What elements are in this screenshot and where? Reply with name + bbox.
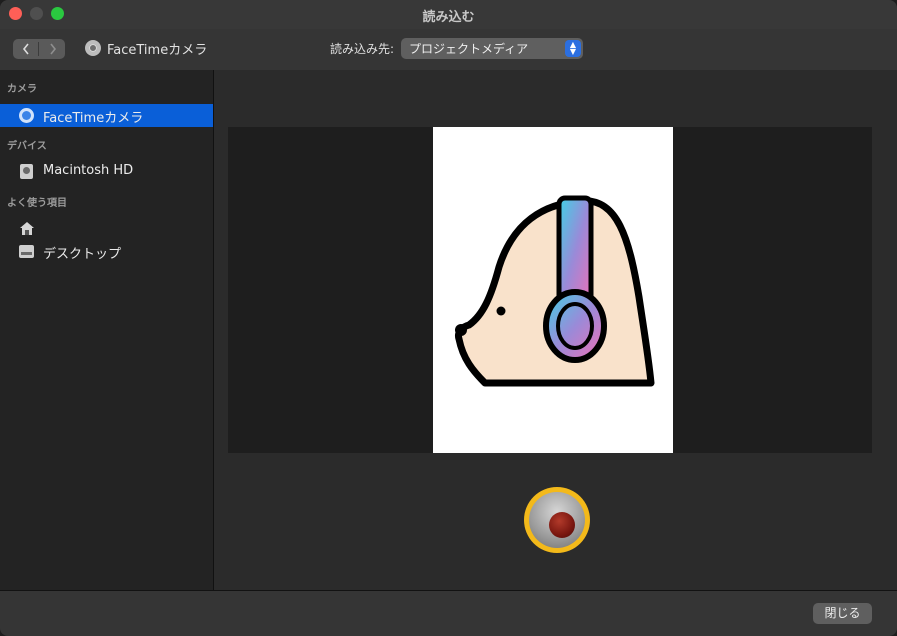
sidebar-section-favorites: よく使う項目 bbox=[7, 198, 67, 209]
chevron-left-icon bbox=[22, 43, 29, 55]
camera-icon bbox=[19, 108, 34, 123]
destination-value: プロジェクトメディア bbox=[409, 42, 529, 56]
record-button-ring bbox=[529, 492, 585, 548]
nav-button-group bbox=[13, 39, 65, 59]
record-dot-icon bbox=[549, 512, 575, 538]
select-stepper-icon: ▲ ▼ bbox=[565, 40, 581, 57]
destination-select[interactable]: プロジェクトメディア ▲ ▼ bbox=[401, 38, 583, 59]
nav-divider bbox=[38, 42, 39, 56]
sidebar-section-camera: カメラ bbox=[7, 84, 37, 95]
home-icon bbox=[20, 222, 34, 235]
desktop-icon bbox=[19, 245, 34, 258]
device-name: FaceTimeカメラ bbox=[107, 43, 208, 58]
camera-preview-image bbox=[433, 127, 673, 453]
camera-icon bbox=[85, 40, 101, 56]
back-button[interactable] bbox=[13, 39, 38, 59]
disk-icon bbox=[20, 164, 33, 179]
sidebar-item-label: Macintosh HD bbox=[43, 163, 134, 178]
sidebar-item-home[interactable] bbox=[0, 217, 213, 240]
sidebar-item-facetime-camera[interactable]: FaceTimeカメラ bbox=[0, 104, 213, 127]
forward-button[interactable] bbox=[40, 39, 65, 59]
dog-headphones-image bbox=[455, 195, 655, 387]
record-button[interactable] bbox=[524, 487, 590, 553]
sidebar: カメラ FaceTimeカメラ デバイス Macintosh HD よく使う項目… bbox=[0, 70, 214, 590]
footer-bar bbox=[0, 590, 897, 636]
destination-label: 読み込み先: bbox=[330, 42, 395, 56]
sidebar-section-devices: デバイス bbox=[7, 141, 47, 152]
close-button[interactable]: 閉じる bbox=[813, 603, 872, 624]
sidebar-item-label: デスクトップ bbox=[43, 247, 122, 262]
import-window: 読み込む FaceTimeカメラ 読み込み先: プロジェクトメディア ▲ ▼ カメ… bbox=[0, 0, 897, 636]
chevron-right-icon bbox=[49, 43, 56, 55]
sidebar-item-desktop[interactable]: デスクトップ bbox=[0, 240, 213, 263]
title-bar: 読み込む bbox=[0, 0, 897, 29]
toolbar: FaceTimeカメラ 読み込み先: プロジェクトメディア ▲ ▼ bbox=[0, 29, 897, 71]
sidebar-item-macintosh-hd[interactable]: Macintosh HD bbox=[0, 160, 213, 183]
window-title: 読み込む bbox=[422, 10, 475, 25]
sidebar-item-label: FaceTimeカメラ bbox=[43, 111, 144, 126]
